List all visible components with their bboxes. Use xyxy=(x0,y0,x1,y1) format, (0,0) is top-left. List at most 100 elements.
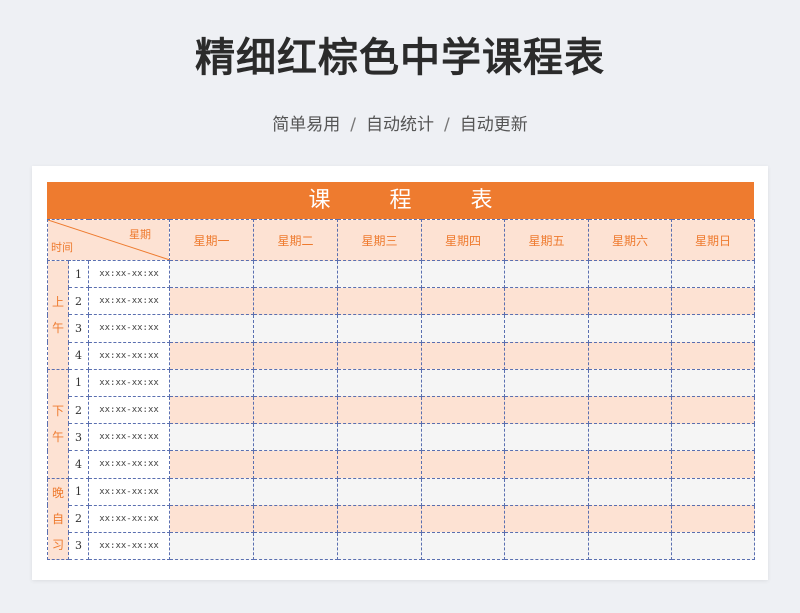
period-label: 上午 xyxy=(47,260,69,370)
class-cell[interactable] xyxy=(169,423,255,452)
class-cell[interactable] xyxy=(253,314,339,343)
period-label-char: 上 xyxy=(51,294,64,309)
class-cell[interactable] xyxy=(504,341,590,370)
class-cell[interactable] xyxy=(504,259,590,289)
class-cell[interactable] xyxy=(337,450,423,479)
class-cell[interactable] xyxy=(504,395,590,425)
class-cell[interactable] xyxy=(421,314,506,343)
class-cell[interactable] xyxy=(337,531,423,561)
class-cell[interactable] xyxy=(337,368,423,397)
class-cell[interactable] xyxy=(671,504,756,533)
time-range-cell[interactable]: xx:xx-xx:xx xyxy=(87,450,171,479)
class-cell[interactable] xyxy=(671,395,756,425)
class-cell[interactable] xyxy=(588,450,673,479)
class-cell[interactable] xyxy=(253,259,339,289)
class-cell[interactable] xyxy=(588,368,673,397)
class-cell[interactable] xyxy=(588,314,673,343)
class-cell[interactable] xyxy=(337,477,423,506)
slot-number: 1 xyxy=(68,368,89,397)
class-cell[interactable] xyxy=(253,477,339,506)
class-cell[interactable] xyxy=(253,504,339,533)
time-range-cell[interactable]: xx:xx-xx:xx xyxy=(87,259,171,289)
class-cell[interactable] xyxy=(253,341,339,370)
time-range-cell[interactable]: xx:xx-xx:xx xyxy=(87,531,171,561)
class-cell[interactable] xyxy=(588,287,673,316)
class-cell[interactable] xyxy=(337,341,423,370)
class-cell[interactable] xyxy=(169,259,255,289)
class-cell[interactable] xyxy=(337,504,423,533)
class-cell[interactable] xyxy=(169,314,255,343)
slot-number: 2 xyxy=(68,287,89,316)
schedule-row: 2 xx:xx-xx:xx xyxy=(48,287,756,316)
class-cell[interactable] xyxy=(671,450,756,479)
class-cell[interactable] xyxy=(337,259,423,289)
class-cell[interactable] xyxy=(253,423,339,452)
class-cell[interactable] xyxy=(421,395,506,425)
class-cell[interactable] xyxy=(253,368,339,397)
class-cell[interactable] xyxy=(671,423,756,452)
class-cell[interactable] xyxy=(421,423,506,452)
class-cell[interactable] xyxy=(253,287,339,316)
slot-number: 1 xyxy=(68,477,89,506)
header-row: 星期 时间 星期一 星期二 星期三 星期四 星期五 星期六 星期日 xyxy=(46,219,756,261)
class-cell[interactable] xyxy=(588,531,673,561)
class-cell[interactable] xyxy=(421,477,506,506)
class-cell[interactable] xyxy=(337,314,423,343)
class-cell[interactable] xyxy=(421,341,506,370)
class-cell[interactable] xyxy=(588,504,673,533)
class-cell[interactable] xyxy=(169,450,255,479)
subtitle-item-auto-update: 自动更新 xyxy=(459,115,528,135)
class-cell[interactable] xyxy=(337,395,423,425)
class-cell[interactable] xyxy=(421,531,506,561)
time-range-cell[interactable]: xx:xx-xx:xx xyxy=(87,341,171,370)
time-range-cell[interactable]: xx:xx-xx:xx xyxy=(87,368,171,397)
class-cell[interactable] xyxy=(504,368,590,397)
class-cell[interactable] xyxy=(671,314,756,343)
subtitle-separator: / xyxy=(350,115,356,135)
time-range-cell[interactable]: xx:xx-xx:xx xyxy=(87,395,171,425)
class-cell[interactable] xyxy=(504,450,590,479)
class-cell[interactable] xyxy=(588,477,673,506)
class-cell[interactable] xyxy=(504,423,590,452)
class-cell[interactable] xyxy=(421,259,506,289)
class-cell[interactable] xyxy=(588,341,673,370)
class-cell[interactable] xyxy=(253,395,339,425)
class-cell[interactable] xyxy=(421,504,506,533)
class-cell[interactable] xyxy=(671,287,756,316)
class-cell[interactable] xyxy=(169,477,255,506)
class-cell[interactable] xyxy=(169,341,255,370)
period-label: 下午 xyxy=(47,368,69,479)
class-cell[interactable] xyxy=(504,504,590,533)
class-cell[interactable] xyxy=(169,504,255,533)
class-cell[interactable] xyxy=(504,531,590,561)
class-cell[interactable] xyxy=(671,477,756,506)
class-cell[interactable] xyxy=(169,531,255,561)
class-cell[interactable] xyxy=(337,287,423,316)
time-range-cell[interactable]: xx:xx-xx:xx xyxy=(87,314,171,343)
time-range-cell[interactable]: xx:xx-xx:xx xyxy=(87,504,171,533)
class-cell[interactable] xyxy=(588,259,673,289)
class-cell[interactable] xyxy=(671,531,756,561)
class-cell[interactable] xyxy=(588,423,673,452)
class-cell[interactable] xyxy=(337,423,423,452)
class-cell[interactable] xyxy=(169,395,255,425)
time-range-cell[interactable]: xx:xx-xx:xx xyxy=(87,477,171,506)
time-range-cell[interactable]: xx:xx-xx:xx xyxy=(87,287,171,316)
schedule-table: 星期 时间 星期一 星期二 星期三 星期四 星期五 星期六 星期日 上午 1 xx:… xyxy=(46,219,756,561)
class-cell[interactable] xyxy=(671,259,756,289)
class-cell[interactable] xyxy=(421,368,506,397)
time-range-cell[interactable]: xx:xx-xx:xx xyxy=(87,423,171,452)
class-cell[interactable] xyxy=(671,368,756,397)
class-cell[interactable] xyxy=(504,314,590,343)
class-cell[interactable] xyxy=(504,477,590,506)
class-cell[interactable] xyxy=(169,287,255,316)
class-cell[interactable] xyxy=(253,450,339,479)
class-cell[interactable] xyxy=(504,287,590,316)
class-cell[interactable] xyxy=(421,287,506,316)
period-label-char: 习 xyxy=(51,537,64,552)
class-cell[interactable] xyxy=(253,531,339,561)
class-cell[interactable] xyxy=(169,368,255,397)
class-cell[interactable] xyxy=(671,341,756,370)
class-cell[interactable] xyxy=(588,395,673,425)
class-cell[interactable] xyxy=(421,450,506,479)
